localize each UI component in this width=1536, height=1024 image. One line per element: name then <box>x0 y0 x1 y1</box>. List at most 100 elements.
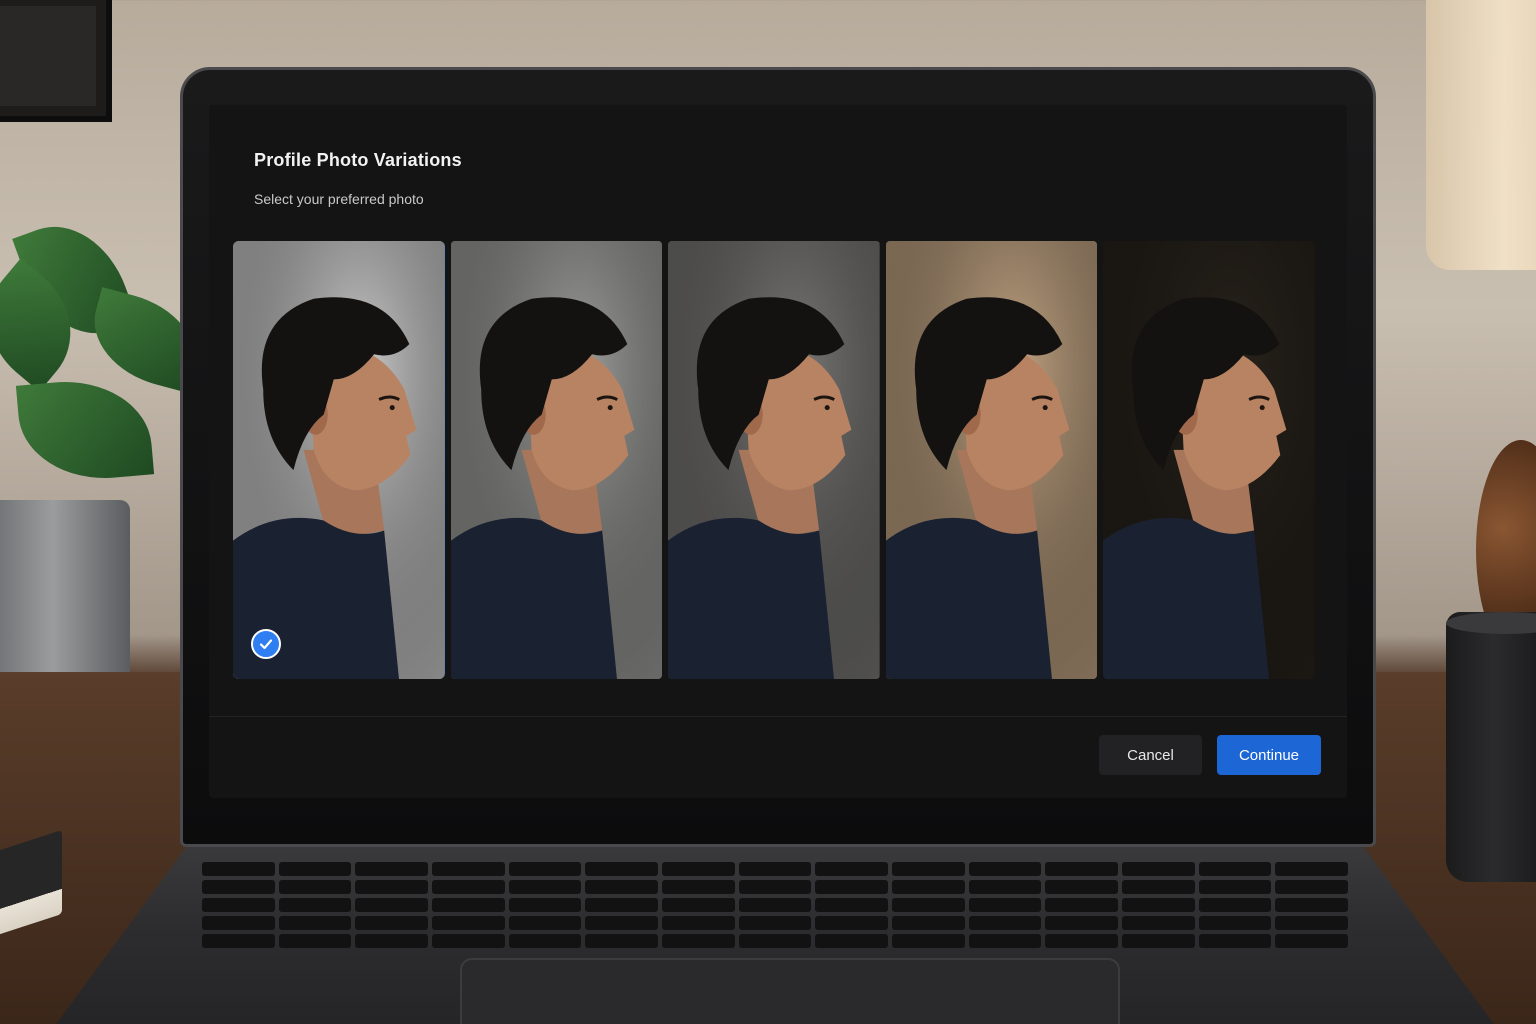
keyboard-key <box>431 916 505 930</box>
keyboard-key <box>1198 862 1272 876</box>
keyboard-key <box>278 934 352 948</box>
keyboard-key <box>1121 898 1195 912</box>
keyboard-key <box>891 916 965 930</box>
keyboard-key <box>508 880 582 894</box>
keyboard-key <box>661 880 735 894</box>
keyboard-key <box>1121 880 1195 894</box>
keyboard-key <box>738 934 812 948</box>
keyboard-key <box>815 862 888 876</box>
keyboard-key <box>1121 916 1195 930</box>
keyboard-key <box>278 916 352 930</box>
keyboard-key <box>1045 862 1118 876</box>
dialog-subtitle: Select your preferred photo <box>254 191 424 207</box>
keyboard-key <box>1198 880 1272 894</box>
keyboard-key <box>585 934 658 948</box>
keyboard-key <box>1275 880 1348 894</box>
keyboard-key <box>355 934 428 948</box>
keyboard-key <box>508 916 582 930</box>
photo-variation-card[interactable] <box>450 241 663 679</box>
keyboard-key <box>738 916 812 930</box>
plant-leaf <box>15 374 155 486</box>
keyboard-key <box>968 934 1042 948</box>
checkmark-icon <box>251 629 281 659</box>
keyboard-key <box>1275 916 1348 930</box>
keyboard-key <box>968 898 1042 912</box>
keyboard-key <box>1121 862 1195 876</box>
keyboard-key <box>661 862 735 876</box>
keyboard-key <box>738 898 812 912</box>
keyboard-key <box>1198 898 1272 912</box>
keyboard-key <box>661 916 735 930</box>
keyboard-key <box>202 916 275 930</box>
keyboard-key <box>891 880 965 894</box>
keyboard-key <box>355 880 428 894</box>
keyboard-key <box>1045 934 1118 948</box>
keyboard-key <box>585 862 658 876</box>
profile-photo-image <box>885 241 1098 679</box>
keyboard-key <box>585 916 658 930</box>
keyboard-key <box>1275 898 1348 912</box>
continue-button[interactable]: Continue <box>1217 735 1321 775</box>
keyboard-key <box>815 898 888 912</box>
keyboard-key <box>891 862 965 876</box>
keyboard-key <box>431 862 505 876</box>
trackpad <box>460 958 1120 1024</box>
keyboard-key <box>1198 916 1272 930</box>
profile-photo-image <box>1103 241 1315 679</box>
keyboard-key <box>968 862 1042 876</box>
keyboard-key <box>1045 916 1118 930</box>
keyboard-key <box>661 934 735 948</box>
keyboard-key <box>278 862 352 876</box>
keyboard <box>200 860 1350 950</box>
photo-variation-card[interactable] <box>668 241 880 679</box>
keyboard-key <box>815 880 888 894</box>
keyboard-key <box>202 934 275 948</box>
keyboard-key <box>1198 934 1272 948</box>
keyboard-key <box>431 880 505 894</box>
keyboard-key <box>661 898 735 912</box>
keyboard-key <box>1275 934 1348 948</box>
keyboard-key <box>431 898 505 912</box>
keyboard-key <box>891 898 965 912</box>
profile-photo-image <box>668 241 880 679</box>
keyboard-key <box>891 934 965 948</box>
photo-variation-card[interactable] <box>1103 241 1315 679</box>
keyboard-key <box>508 934 582 948</box>
keyboard-key <box>508 898 582 912</box>
profile-photo-image <box>450 241 663 679</box>
coffee-mug <box>1446 612 1536 882</box>
keyboard-key <box>738 880 812 894</box>
photo-variation-card[interactable] <box>233 241 445 679</box>
keyboard-key <box>1045 880 1118 894</box>
keyboard-key <box>1275 862 1348 876</box>
profile-photo-image <box>233 241 445 679</box>
cancel-button[interactable]: Cancel <box>1099 735 1202 775</box>
photo-variation-card[interactable] <box>885 241 1098 679</box>
keyboard-key <box>585 880 658 894</box>
keyboard-key <box>815 916 888 930</box>
dialog-title: Profile Photo Variations <box>254 150 462 170</box>
keyboard-key <box>585 898 658 912</box>
keyboard-key <box>1121 934 1195 948</box>
keyboard-key <box>355 862 428 876</box>
dialog-footer: Cancel Continue <box>1099 735 1321 775</box>
keyboard-key <box>202 862 275 876</box>
profile-photo-dialog: Profile Photo Variations Select your pre… <box>209 105 1347 798</box>
keyboard-key <box>202 898 275 912</box>
keyboard-key <box>278 880 352 894</box>
keyboard-key <box>202 880 275 894</box>
dialog-header: Profile Photo Variations Select your pre… <box>254 150 462 207</box>
keyboard-key <box>1045 898 1118 912</box>
photo-variations-row <box>233 241 1315 679</box>
keyboard-key <box>815 934 888 948</box>
keyboard-key <box>355 916 428 930</box>
footer-divider <box>209 716 1347 717</box>
lamp-shade <box>1426 0 1536 270</box>
keyboard-key <box>968 916 1042 930</box>
keyboard-key <box>508 862 582 876</box>
keyboard-key <box>355 898 428 912</box>
keyboard-key <box>738 862 812 876</box>
wall-picture-frame <box>0 0 112 122</box>
keyboard-key <box>968 880 1042 894</box>
keyboard-key <box>431 934 505 948</box>
